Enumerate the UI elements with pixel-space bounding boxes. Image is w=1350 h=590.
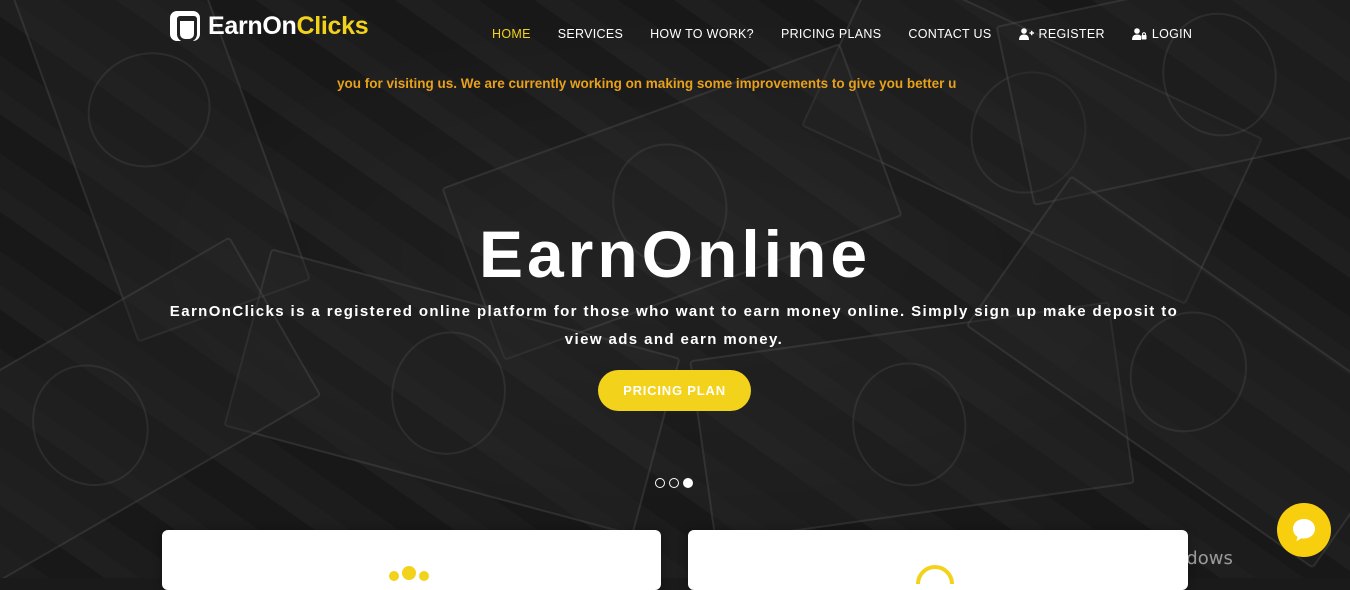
chat-bubble-icon: [1293, 519, 1315, 542]
mouse-logo-icon: [170, 11, 200, 42]
nav-login-label: LOGIN: [1151, 27, 1193, 41]
nav-home[interactable]: HOME: [492, 27, 531, 41]
nav-register[interactable]: REGISTER: [1018, 27, 1105, 41]
main-nav: HOME SERVICES HOW TO WORK? PRICING PLANS…: [492, 27, 1219, 41]
pricing-plan-button[interactable]: PRICING PLAN: [598, 370, 751, 411]
nav-contact-us[interactable]: CONTACT US: [908, 27, 991, 41]
nav-login[interactable]: LOGIN: [1131, 27, 1193, 41]
users-icon: [389, 566, 429, 581]
logo-text-primary: EarnOn: [208, 11, 297, 40]
slider-dots: [655, 478, 697, 488]
nav-register-label: REGISTER: [1038, 27, 1105, 41]
hero-description: EarnOnClicks is a registered online plat…: [169, 303, 1179, 348]
feature-card: [162, 530, 661, 590]
nav-how-to-work[interactable]: HOW TO WORK?: [650, 27, 754, 41]
announcement-marquee: you for visiting us. We are currently wo…: [337, 74, 1013, 94]
logo-text-accent: Clicks: [296, 11, 369, 40]
site-logo[interactable]: EarnOn Clicks: [170, 10, 369, 42]
windows-activation-watermark: Activate Windows: [1073, 548, 1233, 569]
announcement-text: you for visiting us. We are currently wo…: [337, 76, 957, 91]
slider-dot-1[interactable]: [655, 478, 665, 488]
slider-dot-2[interactable]: [669, 478, 679, 488]
nav-services[interactable]: SERVICES: [558, 27, 623, 41]
target-icon: [916, 565, 954, 584]
user-plus-icon: [1018, 28, 1034, 40]
slider-dot-3[interactable]: [683, 478, 693, 488]
chat-widget-button[interactable]: [1277, 503, 1331, 557]
hero-title: EarnOnline: [478, 217, 872, 291]
nav-pricing-plans[interactable]: PRICING PLANS: [781, 27, 881, 41]
user-lock-icon: [1131, 28, 1147, 40]
